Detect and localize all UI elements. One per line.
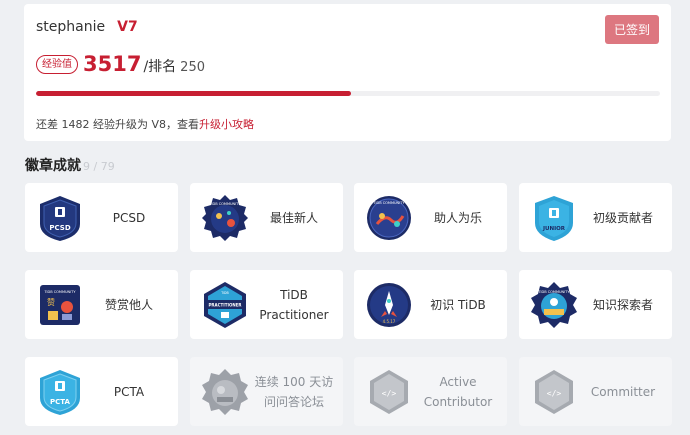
- badge-name: 赞赏他人: [104, 297, 153, 312]
- rank-label: /排名: [143, 59, 177, 75]
- signed-in-button[interactable]: 已签到: [605, 15, 659, 44]
- svg-text:JUNIOR: JUNIOR: [542, 226, 566, 232]
- svg-text:TiDB COMMUNITY: TiDB COMMUNITY: [538, 290, 571, 294]
- tidb-practitioner-badge-icon: TiDB PRACTITIONER: [204, 281, 246, 328]
- svg-text:</>: </>: [547, 389, 562, 398]
- svg-text:赞: 赞: [47, 297, 55, 307]
- badge-card-knowledge-explorer[interactable]: TiDB COMMUNITY 知识探索者: [519, 270, 672, 339]
- svg-text:</>: </>: [382, 389, 397, 398]
- level-label: V7: [117, 19, 138, 35]
- badges-section-title: 徽章成就 9 / 79: [25, 155, 115, 175]
- upgrade-text: 还差 1482 经验升级为 V8，查看: [36, 118, 200, 131]
- badge-name: 连续 100 天访问问答论坛: [254, 374, 334, 409]
- badge-name: 初级贡献者: [592, 210, 653, 225]
- badge-card-appreciate-others[interactable]: TiDB COMMUNITY 赞 赞赏他人: [25, 270, 178, 339]
- visit-100-days-badge-icon: [202, 368, 248, 415]
- pcsd-badge-icon: PCSD: [40, 195, 80, 241]
- badge-name: 最佳新人: [269, 210, 318, 225]
- svg-text:TiDB COMMUNITY: TiDB COMMUNITY: [209, 202, 242, 206]
- first-tidb-badge-icon: 4.5.17: [367, 282, 411, 327]
- upgrade-hint: 还差 1482 经验升级为 V8，查看升级小攻略: [36, 116, 254, 132]
- badge-card-visit-100-days[interactable]: 连续 100 天访问问答论坛: [190, 357, 343, 426]
- badge-name: Committer: [590, 384, 656, 399]
- badge-card-pcsd[interactable]: PCSD PCSD: [25, 183, 178, 252]
- svg-text:PRACTITIONER: PRACTITIONER: [208, 302, 241, 307]
- badge-card-helping-others[interactable]: TiDB COMMUNITY 助人为乐: [354, 183, 507, 252]
- exp-progress-fill: [36, 91, 352, 96]
- badge-name: 初识 TiDB: [430, 297, 486, 312]
- badges-title: 徽章成就: [25, 158, 81, 174]
- best-newcomer-badge-icon: TiDB COMMUNITY: [202, 194, 248, 241]
- badge-card-pcta[interactable]: PCTA PCTA: [25, 357, 178, 426]
- badge-card-junior-contributor[interactable]: JUNIOR 初级贡献者: [519, 183, 672, 252]
- svg-text:TiDB: TiDB: [220, 291, 228, 295]
- junior-contributor-badge-icon: JUNIOR: [535, 195, 573, 241]
- svg-text:PCTA: PCTA: [50, 398, 70, 406]
- badge-card-tidb-practitioner[interactable]: TiDB PRACTITIONER TiDB Practitioner: [190, 270, 343, 339]
- svg-text:4.5.17: 4.5.17: [383, 319, 396, 324]
- badge-card-active-contributor[interactable]: </> Active Contributor: [354, 357, 507, 426]
- svg-text:TiDB COMMUNITY: TiDB COMMUNITY: [44, 290, 77, 294]
- badge-card-committer[interactable]: </> Committer: [519, 357, 672, 426]
- exp-value: 3517: [83, 52, 142, 76]
- profile-card: stephanie V7 已签到 经验值 3517 /排名 250 还差 148…: [24, 4, 671, 141]
- badge-name: PCTA: [113, 384, 145, 399]
- badge-name: 知识探索者: [592, 297, 653, 312]
- exp-badge: 经验值: [36, 54, 78, 74]
- exp-progress-bar: [36, 91, 660, 96]
- badges-count: 9 / 79: [83, 160, 115, 173]
- username-row: stephanie V7: [36, 19, 138, 35]
- badge-name: Active Contributor: [423, 374, 493, 409]
- badge-name: PCSD: [112, 210, 146, 225]
- helping-others-badge-icon: TiDB COMMUNITY: [367, 195, 411, 240]
- badge-card-first-tidb[interactable]: 4.5.17 初识 TiDB: [354, 270, 507, 339]
- svg-text:PCSD: PCSD: [49, 224, 70, 232]
- active-contributor-badge-icon: </>: [370, 369, 408, 414]
- committer-badge-icon: </>: [535, 369, 573, 414]
- badge-name: TiDB Practitioner: [259, 287, 329, 322]
- svg-text:TiDB COMMUNITY: TiDB COMMUNITY: [373, 201, 406, 205]
- exp-row: 经验值 3517 /排名 250: [36, 52, 205, 76]
- badge-name: 助人为乐: [433, 210, 482, 225]
- badge-card-best-newcomer[interactable]: TiDB COMMUNITY 最佳新人: [190, 183, 343, 252]
- pcta-badge-icon: PCTA: [40, 369, 80, 415]
- username[interactable]: stephanie: [36, 19, 105, 35]
- appreciate-others-badge-icon: TiDB COMMUNITY 赞: [40, 284, 80, 325]
- upgrade-guide-link[interactable]: 升级小攻略: [199, 118, 254, 131]
- knowledge-explorer-badge-icon: TiDB COMMUNITY: [531, 281, 577, 328]
- rank-value: 250: [180, 60, 205, 75]
